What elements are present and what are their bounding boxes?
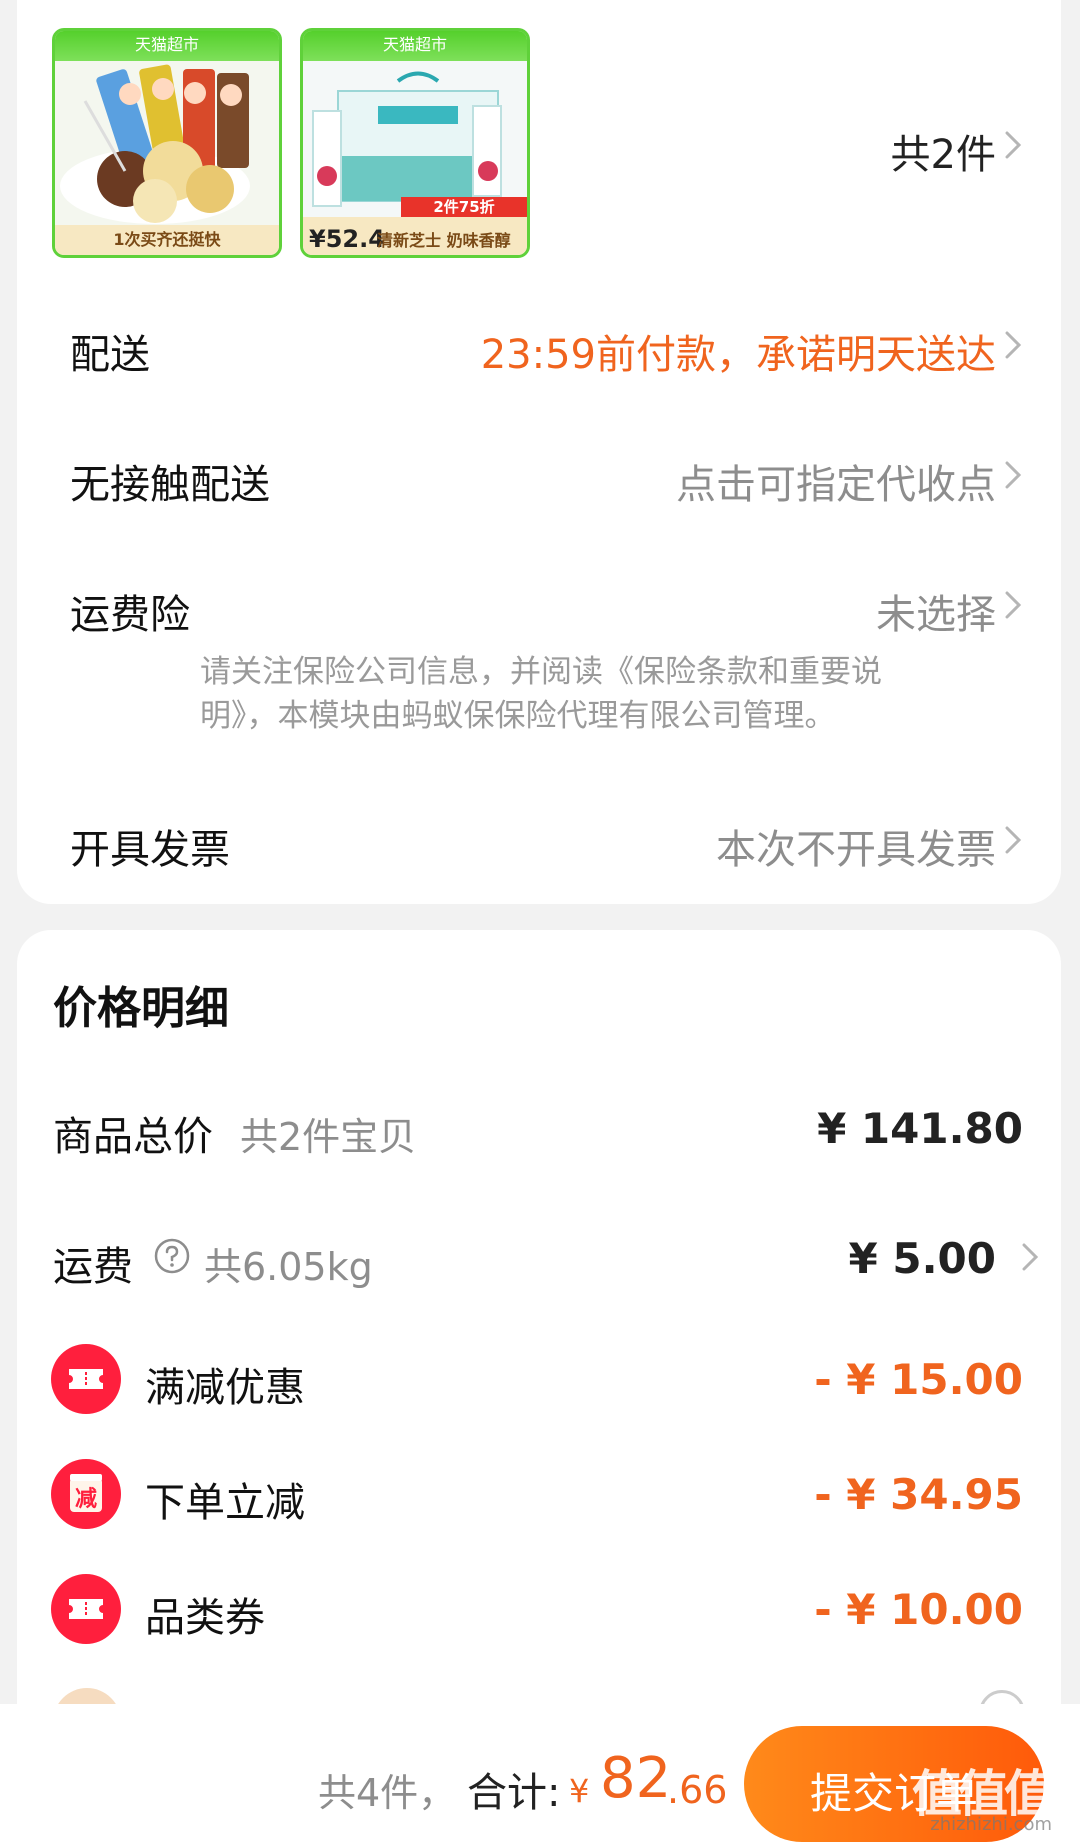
freight-amount[interactable]: ¥ 5.00 — [849, 1234, 996, 1283]
insurance-notice-line-2[interactable]: 明》，本模块由蚂蚁保保险代理有限公司管理。 — [200, 694, 882, 738]
product-2-caption: 清新芝士 奶味香醇 — [377, 231, 511, 250]
help-question-icon[interactable] — [154, 1238, 190, 1274]
discount-label-instant: 下单立减 — [145, 1480, 305, 1526]
tmall-supermarket-badge: 天猫超市 — [55, 31, 279, 61]
shipping-insurance-value[interactable]: 未选择 — [876, 582, 996, 640]
product-thumbnail-2[interactable]: 天猫超市 ¥52.4 清新芝士 奶味香醇 2件75折 — [300, 28, 530, 258]
product-1-caption: 1次买齐还挺快 — [55, 225, 279, 255]
chevron-right-icon[interactable] — [1001, 325, 1027, 365]
discount-amount-instant: - ¥ 34.95 — [814, 1470, 1023, 1519]
discount-amount-full-reduction: - ¥ 15.00 — [814, 1355, 1023, 1404]
price-detail-title: 价格明细 — [53, 983, 229, 1034]
total-label: 合计: — [467, 1770, 561, 1816]
delivery-label: 配送 — [70, 332, 150, 378]
invoice-value[interactable]: 本次不开具发票 — [716, 817, 996, 875]
chevron-right-icon[interactable] — [1001, 125, 1027, 165]
chevron-right-icon[interactable] — [1018, 1237, 1044, 1277]
contactless-delivery-label: 无接触配送 — [70, 462, 270, 508]
product-2-price-strip: ¥52.4 清新芝士 奶味香醇 — [303, 217, 527, 255]
item-count-label[interactable]: 共2件 — [891, 122, 996, 180]
product-2-promo-tag: 2件75折 — [401, 197, 527, 217]
chevron-right-icon[interactable] — [1001, 585, 1027, 625]
order-info-card: 天猫超市 1次买齐还挺快 天猫超市 ¥52.4 清新芝士 奶味香醇 2件75折 … — [17, 0, 1061, 904]
invoice-label: 开具发票 — [70, 827, 230, 873]
coupon-ticket-icon — [51, 1344, 121, 1414]
freight-weight: 共6.05kg — [204, 1245, 373, 1289]
delivery-promise[interactable]: 23:59前付款，承诺明天送达 — [481, 322, 996, 380]
product-2-price: ¥52.4 — [309, 225, 385, 253]
discount-label-full-reduction: 满减优惠 — [145, 1365, 305, 1411]
total-currency: ¥ — [569, 1772, 590, 1810]
contactless-delivery-value[interactable]: 点击可指定代收点 — [676, 452, 996, 510]
insurance-notice: 请关注保险公司信息，并阅读《保险条款和重要说 明》，本模块由蚂蚁保保险代理有限公… — [200, 650, 882, 738]
total-item-count: 共4件， — [318, 1771, 457, 1815]
instant-reduction-icon: 减 — [51, 1459, 121, 1529]
discount-amount-category-coupon: - ¥ 10.00 — [814, 1585, 1023, 1634]
total-amount-decimal: .66 — [667, 1768, 728, 1812]
product-thumbnail-1[interactable]: 天猫超市 1次买齐还挺快 — [52, 28, 282, 258]
subtotal-label: 商品总价 — [53, 1114, 213, 1160]
subtotal-item-count: 共2件宝贝 — [240, 1115, 417, 1159]
tmall-supermarket-badge: 天猫超市 — [303, 31, 527, 61]
freight-label: 运费 — [53, 1244, 133, 1290]
subtotal-amount: ¥ 141.80 — [817, 1104, 1023, 1153]
instant-reduction-icon-text: 减 — [74, 1487, 97, 1512]
discount-label-category-coupon: 品类券 — [145, 1595, 265, 1641]
lollipop-product-image — [55, 61, 279, 231]
shipping-insurance-label: 运费险 — [70, 592, 190, 638]
coupon-ticket-icon — [51, 1574, 121, 1644]
chevron-right-icon[interactable] — [1001, 455, 1027, 495]
total-amount-integer: 82 — [600, 1746, 672, 1811]
chevron-right-icon[interactable] — [1001, 820, 1027, 860]
checkout-bar: 共4件， 合计: ¥ 82 .66 提交订单 值值值 zhizhizhi.com — [0, 1704, 1080, 1843]
watermark-url: zhizhizhi.com — [930, 1814, 1052, 1835]
insurance-notice-line-1[interactable]: 请关注保险公司信息，并阅读《保险条款和重要说 — [200, 650, 882, 694]
